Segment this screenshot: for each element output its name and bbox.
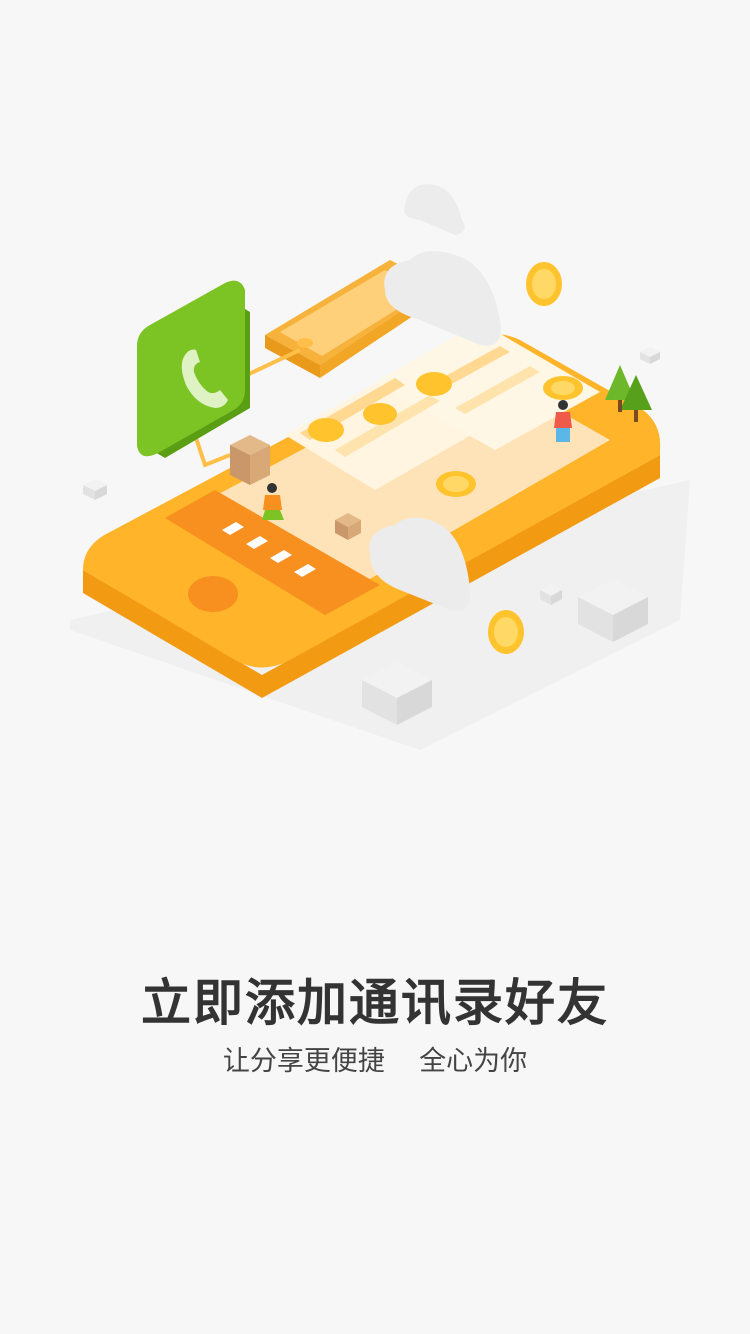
- contacts-illustration: [0, 150, 750, 770]
- home-button: [188, 576, 238, 612]
- onboarding-screen: 立即添加通讯录好友 让分享更便捷 全心为你: [0, 0, 750, 1334]
- onboarding-title: 立即添加通讯录好友: [141, 974, 609, 1032]
- onboarding-subtitle: 让分享更便捷 全心为你: [222, 1046, 528, 1077]
- phone-call-icon: [137, 280, 250, 458]
